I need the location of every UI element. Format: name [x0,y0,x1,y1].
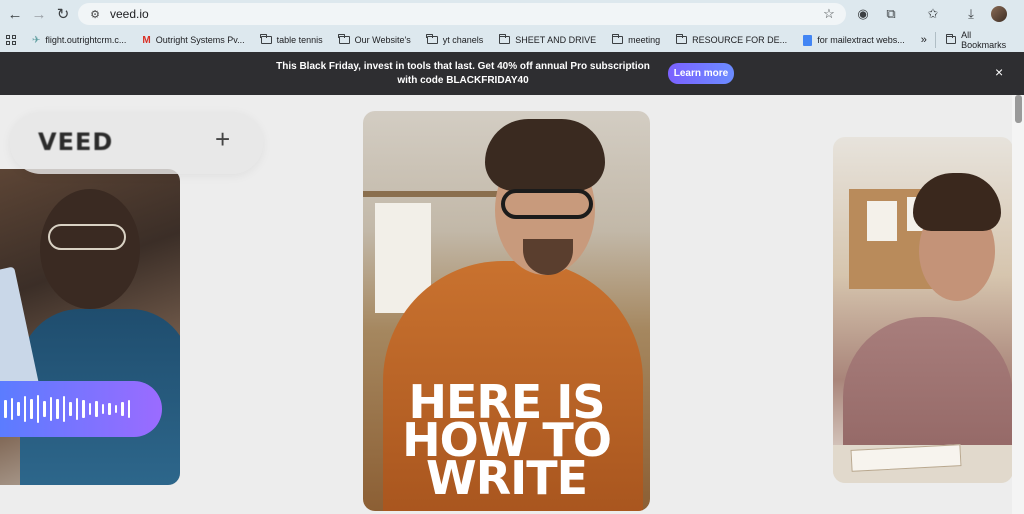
forward-button[interactable]: → [27,2,51,26]
plus-icon[interactable]: + [215,124,230,155]
bookmark-label: table tennis [276,35,323,45]
bookmark-label: for mailextract webs... [817,35,905,45]
waveform-bar [121,402,124,416]
promo-text: This Black Friday, invest in tools that … [276,61,650,86]
bookmark-label: Outright Systems Pv... [155,35,245,45]
page-content: VEED + HERE IS HOW TO WRITE [0,95,1012,514]
veed-logo[interactable]: VEED [38,128,113,156]
waveform-bar [82,400,85,418]
bookmark-item[interactable]: yt chanels [419,30,492,50]
waveform-bar [62,396,65,422]
promo-banner: This Black Friday, invest in tools that … [0,52,1024,95]
waveform-bar [101,404,104,414]
bookmark-item[interactable]: SHEET AND DRIVE [491,30,604,50]
waveform-bar [114,405,117,413]
bookmark-item[interactable]: for mailextract webs... [795,30,913,50]
waveform-bar [56,399,59,419]
bookmark-item[interactable]: table tennis [253,30,331,50]
bookmark-label: yt chanels [442,35,484,45]
learn-more-button[interactable]: Learn more [668,63,734,84]
waveform-bar [88,403,91,415]
bookmark-item[interactable]: M Outright Systems Pv... [134,30,252,50]
reload-icon: ↻ [56,6,70,23]
reload-button[interactable]: ↻ [51,2,75,26]
folder-icon [338,34,350,44]
audio-waveform-pill [0,381,162,437]
hero-headline: HERE IS HOW TO WRITE [363,379,650,501]
glasses-shape [48,224,126,250]
folder-icon [498,34,511,44]
waveform-bar [127,400,130,418]
address-bar[interactable]: ⚙ veed.io ☆ [78,3,846,25]
waveform-bar [69,402,72,416]
bookmark-label: flight.outrightcrm.c... [45,35,127,45]
folder-icon [945,34,957,44]
bookmark-item[interactable]: meeting [604,30,668,50]
waveform-bar [75,398,78,420]
folder-icon [675,34,688,44]
waveform-bar [108,403,111,415]
gmail-icon: M [142,34,151,46]
person-figure [843,317,1012,457]
bird-icon: ✈ [32,34,41,46]
puzzle-icon[interactable]: ⧉ [880,3,902,25]
bookmark-label: meeting [628,35,661,45]
waveform-bar [4,400,7,418]
profile-avatar[interactable] [988,3,1010,25]
waveform-bar [30,399,33,419]
bookmark-label: Our Website's [354,35,411,45]
extension-icon[interactable]: ◉ [852,3,874,25]
doc-icon [803,34,813,46]
glasses-shape [501,189,593,219]
browser-toolbar: ← → ↻ ⚙ veed.io ☆ ◉ ⧉ ✩ ⤓ ⋮ [0,0,1024,28]
bookmarks-bar: ✈ flight.outrightcrm.c... M Outright Syste… [0,28,1024,52]
url-text[interactable]: veed.io [110,7,818,21]
avatar [991,6,1007,22]
waveform-bar [43,401,46,417]
all-bookmarks-button[interactable]: All Bookmarks [934,30,1024,50]
video-card-left[interactable] [0,169,180,485]
note-shape [867,201,897,241]
bookmark-star-icon[interactable]: ☆ [818,6,840,22]
page-scrollbar[interactable] [1012,95,1024,514]
hair-shape [485,119,605,191]
video-card-center[interactable]: HERE IS HOW TO WRITE [363,111,650,511]
waveform-bar [95,401,98,417]
waveform-bar [36,395,39,423]
waveform-bar [49,397,52,421]
waveform-bar [17,402,20,416]
scroll-thumb[interactable] [1015,95,1022,123]
arrow-right-icon: → [31,5,47,23]
arrow-left-icon: ← [7,5,23,23]
apps-grid-icon[interactable] [6,35,16,45]
hair-shape [913,173,1001,231]
back-button[interactable]: ← [3,2,27,26]
folder-icon [426,34,438,44]
bookmark-item[interactable]: ✈ flight.outrightcrm.c... [24,30,134,50]
waveform-bar [10,398,13,420]
veed-logo-pill[interactable]: VEED + [10,112,263,174]
download-icon[interactable]: ⤓ [960,3,982,25]
shelf-shape [363,191,513,197]
bookmark-label: SHEET AND DRIVE [515,35,597,45]
all-bookmarks-label: All Bookmarks [961,30,1007,50]
bookmark-item[interactable]: RESOURCE FOR DE... [668,30,795,50]
video-card-right[interactable] [833,137,1012,483]
folder-icon [611,34,624,44]
bookmark-label: RESOURCE FOR DE... [692,35,788,45]
bookmark-item[interactable]: Our Website's [331,30,419,50]
toolbar-icons: ◉ ⧉ ✩ ⤓ ⋮ [852,2,1024,26]
menu-dots-icon[interactable]: ⋮ [1016,3,1024,25]
site-settings-icon[interactable]: ⚙ [84,8,106,21]
more-bookmarks-button[interactable]: » [913,34,935,46]
close-icon[interactable]: × [995,64,1003,80]
reading-list-icon[interactable]: ✩ [922,3,944,25]
folder-icon [260,34,272,44]
waveform-bar [23,396,26,422]
